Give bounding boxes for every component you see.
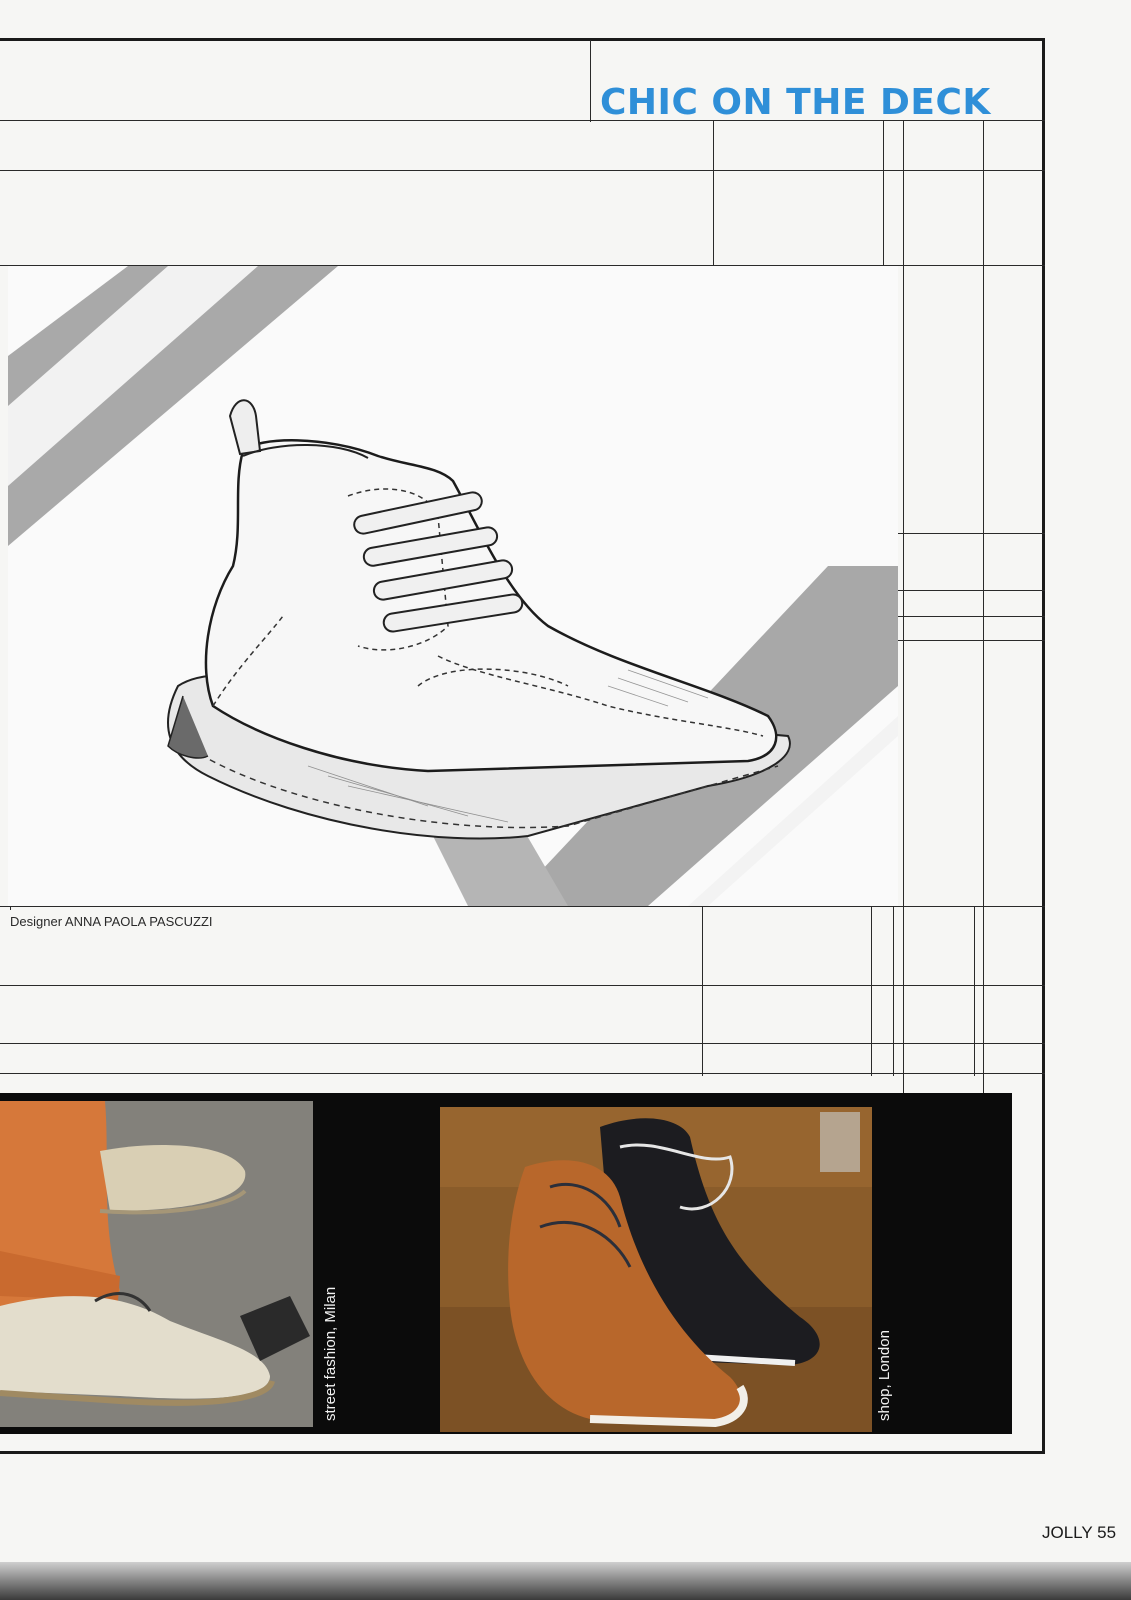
caption-shop-london: shop, London (876, 1330, 893, 1421)
designer-credit: Designer ANNA PAOLA PASCUZZI (10, 914, 213, 929)
shoe-sketch-illustration (8, 266, 898, 906)
caption-street-fashion: street fashion, Milan (322, 1286, 339, 1421)
scan-shadow (0, 1562, 1131, 1600)
photo-strip (0, 1093, 1012, 1434)
street-fashion-photo (0, 1101, 313, 1427)
shop-london-photo (440, 1107, 872, 1432)
page-folio: JOLLY 55 (1042, 1523, 1117, 1542)
chukka-boot-sketch (8, 266, 898, 906)
article-title: CHIC ON THE DECK (600, 82, 991, 123)
